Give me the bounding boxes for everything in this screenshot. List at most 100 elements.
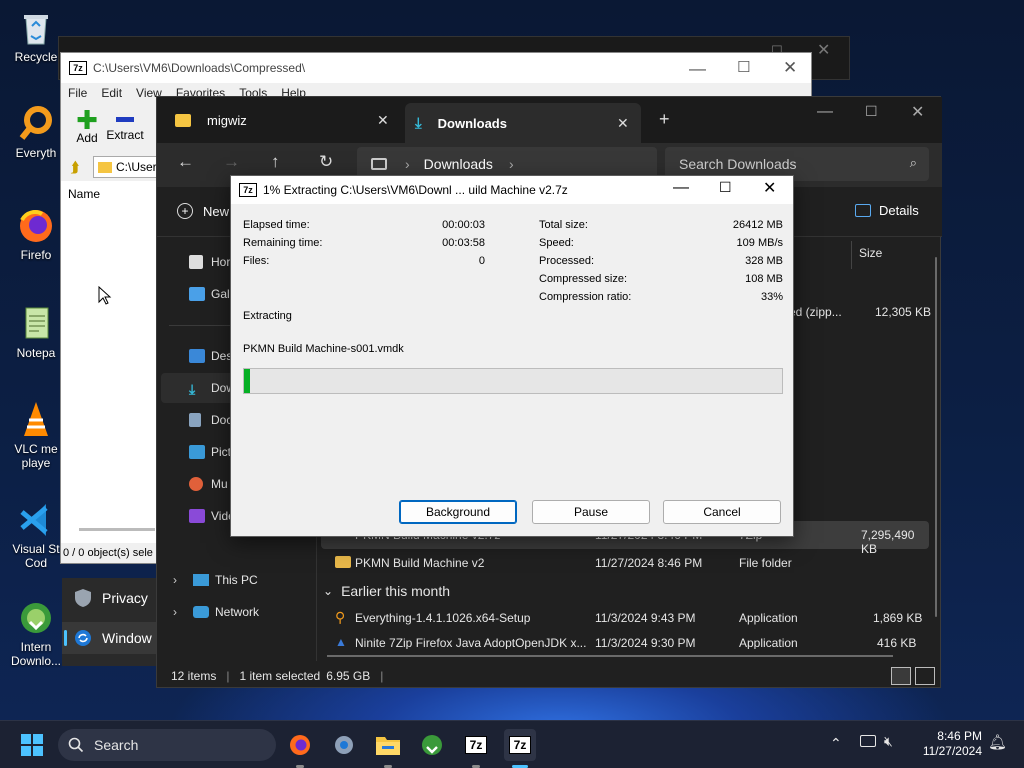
group-header[interactable]: ⌄ Earlier this month [321, 577, 621, 605]
menu-file[interactable]: File [68, 86, 87, 100]
close-tab-icon[interactable]: ✕ [377, 112, 389, 129]
remaining-time-value: 00:03:58 [442, 237, 485, 249]
menu-edit[interactable]: Edit [101, 86, 122, 100]
details-view-icon[interactable] [891, 667, 911, 685]
details-button[interactable]: Details [855, 203, 919, 218]
show-hidden-icons-chevron-icon[interactable]: ⌃ [830, 735, 842, 752]
extract-button[interactable]: Extract [105, 109, 145, 142]
pause-button[interactable]: Pause [532, 500, 650, 524]
dialog-minimize-button[interactable]: — [673, 179, 689, 197]
new-tab-icon[interactable]: + [659, 109, 670, 130]
add-button[interactable]: ✚ Add [67, 107, 107, 145]
file-date: 11/3/2024 9:43 PM [595, 611, 696, 625]
nav-label: Mu [211, 477, 228, 491]
taskbar-internet-download-manager[interactable] [416, 729, 448, 761]
file-type: ed (zipp... [789, 305, 842, 319]
network-icon [193, 606, 209, 618]
vertical-scrollbar[interactable] [935, 257, 937, 617]
dialog-close-button[interactable]: ✕ [763, 178, 776, 198]
background-button[interactable]: Background [399, 500, 517, 524]
clock[interactable]: 8:46 PM 11/27/2024 [908, 729, 982, 759]
internet-download-icon [422, 735, 442, 755]
file-name: Ninite 7Zip Firefox Java AdoptOpenJDK x.… [355, 636, 587, 649]
collapse-chevron-icon: ⌄ [323, 584, 334, 598]
taskbar: Search 7z 7z ⌃ 🔇︎ 8:46 PM 11/27/2024 🔔︎ [0, 720, 1024, 768]
fm-address-field[interactable]: C:\User [93, 156, 157, 178]
horizontal-scrollbar[interactable] [327, 655, 893, 657]
tiles-view-icon[interactable] [915, 667, 935, 685]
fm-maximize-button[interactable]: ☐ [737, 58, 750, 76]
download-icon: ⤓ [415, 114, 422, 132]
shield-icon [75, 589, 91, 607]
refresh-icon[interactable]: ↻ [319, 152, 333, 172]
fm-column-name[interactable]: Name [68, 187, 100, 201]
sevenzip-icon: 7z [239, 183, 257, 197]
everything-search-icon: ⚲ [335, 609, 346, 625]
progress-bar-fill [244, 369, 251, 393]
new-button[interactable]: + New [177, 203, 229, 219]
file-type: Application [739, 611, 798, 625]
close-button[interactable]: ✕ [911, 102, 924, 122]
nav-label: This PC [215, 573, 258, 587]
total-size-value: 26412 MB [732, 219, 783, 231]
dialog-maximize-button[interactable]: ☐ [719, 179, 732, 196]
nav-network[interactable]: › Network [157, 597, 317, 627]
up-folder-icon[interactable]: ⮭ [65, 157, 85, 177]
start-menu-fragment: Privacy Window [62, 578, 156, 666]
taskbar-firefox[interactable] [284, 729, 316, 761]
ninite-icon: ▲ [335, 635, 347, 649]
nav-this-pc[interactable]: › This PC [157, 565, 317, 595]
start-button[interactable] [16, 729, 48, 761]
network-status-icon[interactable] [860, 735, 876, 747]
folder-icon [175, 113, 191, 127]
taskbar-7zip-fm[interactable]: 7z [460, 729, 492, 761]
table-row[interactable]: ▲ Ninite 7Zip Firefox Java AdoptOpenJDK … [321, 633, 929, 649]
taskbar-file-explorer[interactable] [372, 729, 404, 761]
group-label: Earlier this month [341, 583, 450, 599]
speaker-muted-icon[interactable]: 🔇︎ [884, 733, 893, 750]
maximize-button[interactable]: ☐ [865, 103, 878, 120]
up-arrow-icon[interactable]: ↑ [271, 152, 280, 172]
minus-icon [116, 117, 134, 122]
search-icon: ⌕ [909, 155, 917, 170]
sevenzip-icon: 7z [465, 736, 487, 754]
column-size[interactable]: Size [859, 246, 882, 260]
taskbar-search[interactable]: Search [58, 729, 276, 761]
taskbar-settings[interactable] [328, 729, 360, 761]
fm-scrollbar[interactable] [79, 528, 155, 531]
tab-downloads[interactable]: ⤓ Downloads ✕ [405, 103, 641, 143]
windows-update-label: Window [102, 630, 152, 646]
minimize-button[interactable]: — [817, 103, 833, 121]
bg-close-icon: ✕ [817, 42, 831, 59]
fm-minimize-button[interactable]: — [689, 59, 706, 79]
compression-ratio-value: 33% [760, 291, 783, 303]
back-arrow-icon[interactable]: ← [177, 152, 194, 172]
tab-label: migwiz [207, 112, 247, 128]
vscode-icon [16, 500, 56, 540]
fm-close-button[interactable]: ✕ [783, 58, 797, 78]
expand-chevron-icon: › [173, 605, 177, 619]
fm-title-bar: 7z C:\Users\VM6\Downloads\Compressed\ — … [61, 53, 811, 83]
cancel-button[interactable]: Cancel [663, 500, 781, 524]
selected-indicator [64, 630, 67, 646]
extraction-progress-dialog: 7z 1% Extracting C:\Users\VM6\Downl ... … [230, 175, 794, 537]
file-date: 11/3/2024 9:30 PM [595, 636, 696, 649]
windows-update-item[interactable]: Window [62, 622, 156, 654]
internet-download-icon [16, 598, 56, 638]
taskbar-7zip-active[interactable]: 7z [504, 729, 536, 761]
close-tab-icon[interactable]: ✕ [617, 115, 629, 132]
privacy-item[interactable]: Privacy [74, 588, 148, 608]
fm-file-list[interactable]: Name [61, 181, 157, 543]
table-row[interactable]: ⚲ Everything-1.4.1.1026.x64-Setup 11/3/2… [321, 604, 929, 632]
table-row[interactable]: PKMN Build Machine v2 11/27/2024 8:46 PM… [321, 549, 929, 577]
remaining-time-label: Remaining time: [243, 237, 323, 249]
notification-bell-icon[interactable]: 🔔︎ [988, 733, 1007, 751]
this-pc-icon [193, 574, 209, 586]
documents-icon [189, 413, 201, 427]
forward-arrow-icon[interactable]: → [223, 152, 240, 172]
sevenzip-icon: 7z [509, 736, 531, 754]
breadcrumb[interactable]: Downloads [424, 156, 493, 172]
tab-migwiz[interactable]: migwiz ✕ [165, 97, 401, 143]
mouse-cursor-icon [98, 286, 112, 305]
file-size: 12,305 KB [875, 305, 932, 319]
